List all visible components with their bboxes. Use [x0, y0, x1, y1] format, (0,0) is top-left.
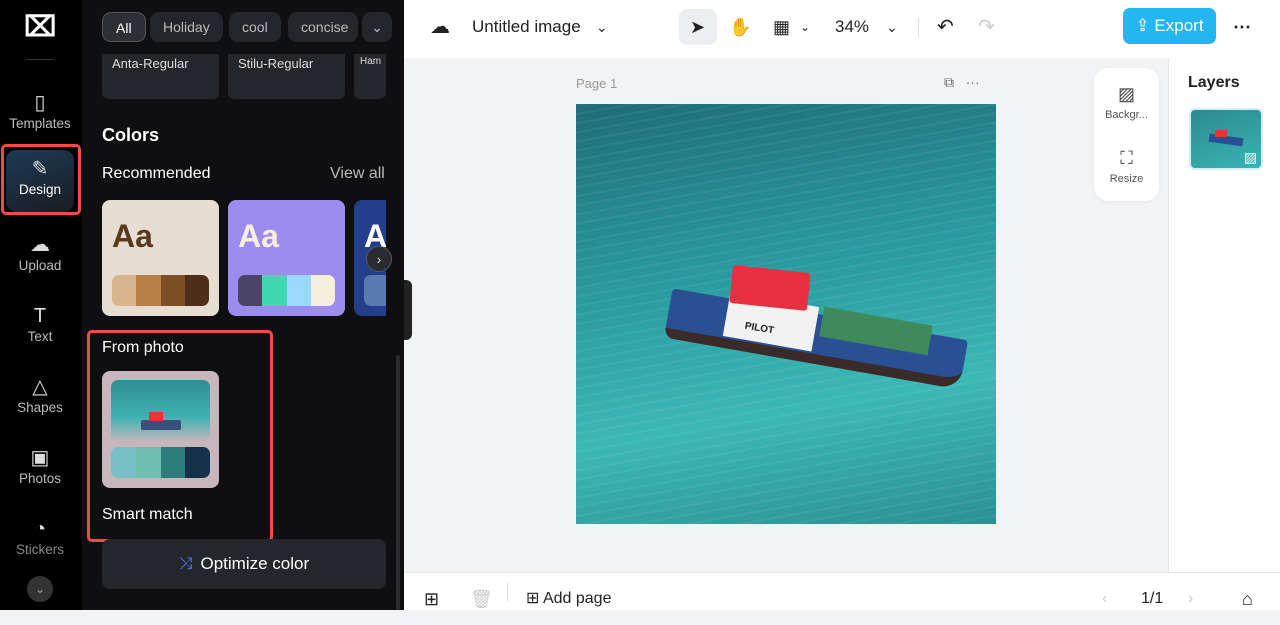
scrollbar[interactable] — [396, 355, 400, 610]
chevron-down-icon[interactable]: ⌄ — [886, 0, 898, 54]
zoom-level[interactable]: 34% — [835, 0, 869, 54]
redo-icon[interactable]: ↷ — [978, 0, 995, 54]
font-card[interactable]: Stilu-Regular — [228, 54, 345, 99]
divider — [507, 583, 508, 601]
export-icon: ⇪ — [1135, 16, 1155, 35]
rail-label: Shapes — [17, 400, 63, 415]
font-card[interactable]: Anta-Regular — [102, 54, 219, 99]
rail-item-shapes[interactable]: △ Shapes — [4, 368, 76, 432]
optimize-color-button[interactable]: ⤨ Optimize color — [102, 539, 386, 589]
chevron-down-icon[interactable]: ⌄ — [800, 0, 810, 54]
undo-icon[interactable]: ↶ — [937, 0, 954, 54]
shapes-icon: △ — [32, 376, 48, 398]
pointer-icon[interactable]: ➤ — [690, 0, 705, 54]
photos-icon: ▣ — [30, 447, 50, 469]
canvas-image[interactable]: PILOT — [576, 104, 996, 524]
page-actions: ⧉ ⋯ — [944, 74, 980, 91]
chevron-down-icon[interactable]: ⌄ — [362, 12, 392, 42]
more-icon[interactable]: ⋯ — [1233, 0, 1251, 54]
colors-heading: Colors — [102, 125, 160, 145]
color-card[interactable]: Aa — [102, 200, 219, 316]
left-rail: ⌧ ▯ Templates ✎ Design ☁ Upload T Text △ Shap… — [0, 0, 82, 610]
card-sample: Aa — [238, 218, 279, 254]
resize-label: Resize — [1109, 173, 1144, 185]
page-count: 1/1 — [1141, 590, 1164, 607]
text-icon: T — [33, 305, 47, 327]
recommended-heading: Recommended — [102, 165, 211, 182]
present-icon[interactable]: ⌂ — [1242, 573, 1253, 625]
layers-panel: Layers ▨ — [1168, 58, 1280, 572]
export-label: Export — [1154, 16, 1204, 35]
resize-button[interactable]: ⛶ Resize — [1094, 148, 1159, 185]
cloud-icon[interactable]: ☁ — [430, 0, 450, 54]
capcut-logo-icon[interactable]: ⌧ — [24, 13, 56, 41]
highlight-box — [87, 330, 273, 542]
swatches — [238, 275, 335, 306]
hand-icon[interactable]: ✋ — [729, 0, 751, 54]
add-page-icon[interactable]: ⊞ — [424, 573, 439, 625]
layer-item[interactable]: ▨ — [1189, 108, 1263, 170]
divider — [26, 59, 54, 60]
optimize-label: Optimize color — [200, 554, 310, 573]
collapse-panel-handle[interactable] — [404, 280, 412, 340]
rail-item-stickers[interactable]: ◔ Stickers — [4, 510, 76, 574]
boat-roof — [729, 265, 811, 311]
rail-item-photos[interactable]: ▣ Photos — [4, 439, 76, 503]
chip-concise[interactable]: concise — [288, 12, 358, 42]
chip-all[interactable]: All — [102, 12, 146, 42]
background-icon: ▨ — [1117, 84, 1135, 104]
rail-label: Templates — [9, 116, 71, 131]
trash-icon[interactable]: 🗑 — [470, 573, 493, 625]
swatches — [112, 275, 209, 306]
add-page-icon: ⊞ — [526, 590, 543, 607]
stickers-icon: ◔ — [33, 518, 47, 540]
background-label: Backgr... — [1105, 109, 1148, 121]
layout-icon[interactable]: ▦ — [773, 0, 790, 54]
more-icon[interactable]: ⋯ — [966, 74, 980, 90]
add-page-button[interactable]: ⊞ Add page — [526, 573, 611, 625]
color-card[interactable]: Aa — [228, 200, 345, 316]
page-label: Page 1 — [576, 76, 618, 91]
view-all-link[interactable]: View all — [330, 165, 385, 183]
upload-icon: ☁ — [30, 234, 50, 256]
card-sample: Aa — [112, 218, 153, 254]
templates-icon: ▯ — [34, 92, 46, 114]
duplicate-page-icon[interactable]: ⧉ — [944, 74, 954, 90]
chevron-down-icon[interactable]: ⌄ — [27, 576, 53, 602]
highlight-box — [1, 144, 81, 215]
rail-label: Photos — [18, 471, 62, 486]
next-page-icon[interactable]: › — [1188, 573, 1193, 625]
rail-item-text[interactable]: T Text — [4, 297, 76, 361]
prev-page-icon[interactable]: ‹ — [1102, 573, 1107, 625]
add-page-label: Add page — [542, 590, 612, 607]
swatches — [364, 275, 386, 306]
document-title[interactable]: Untitled image — [472, 0, 581, 54]
rail-label: Text — [27, 329, 53, 344]
chip-holiday[interactable]: Holiday — [150, 12, 223, 42]
background-icon: ▨ — [1243, 149, 1257, 165]
rail-label: Upload — [18, 258, 62, 273]
top-bar: ☁ Untitled image ⌄ ➤ ✋ ▦ ⌄ 34% ⌄ ↶ ↷ ⇪ E… — [404, 0, 1280, 58]
font-card[interactable]: Ham — [354, 54, 386, 99]
layers-title: Layers — [1188, 74, 1240, 91]
export-button[interactable]: ⇪ Export — [1123, 8, 1216, 44]
rail-item-upload[interactable]: ☁ Upload — [4, 226, 76, 290]
shuffle-icon: ⤨ — [178, 554, 193, 573]
chip-cool[interactable]: cool — [229, 12, 281, 42]
floating-tools: ▨ Backgr... ⛶ Resize — [1094, 68, 1159, 201]
design-panel: All Holiday cool concise ⌄ Anta-Regular … — [82, 0, 404, 610]
divider — [918, 17, 919, 37]
chevron-down-icon[interactable]: ⌄ — [596, 0, 608, 54]
bottom-bar: ⊞ 🗑 ⊞ Add page ‹ 1/1 › ⌂ — [404, 572, 1280, 610]
chevron-right-icon[interactable]: › — [366, 246, 392, 272]
background-button[interactable]: ▨ Backgr... — [1094, 84, 1159, 121]
resize-icon: ⛶ — [1120, 148, 1133, 168]
rail-item-templates[interactable]: ▯ Templates — [4, 84, 76, 148]
rail-label: Stickers — [15, 542, 64, 557]
